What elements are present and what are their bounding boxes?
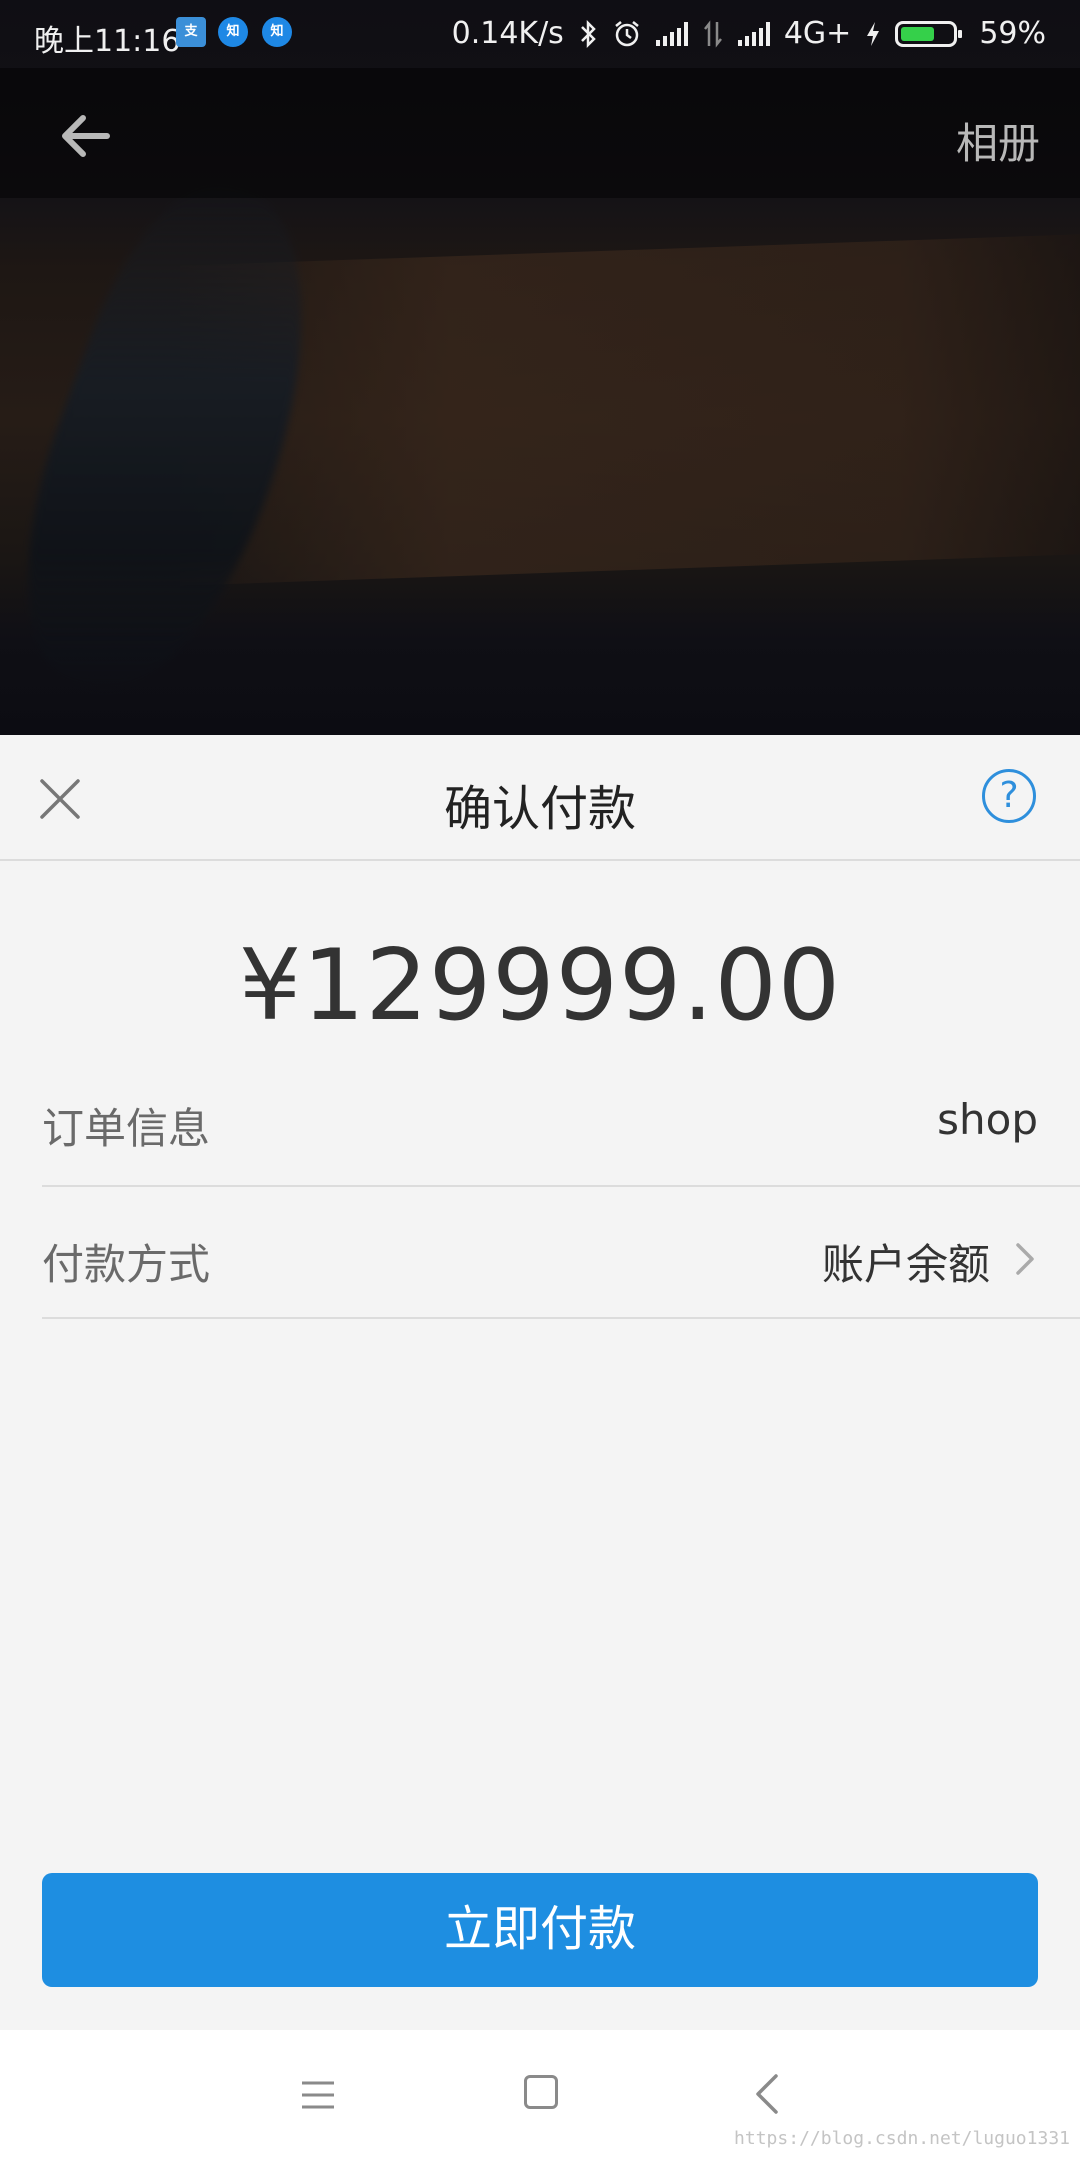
order-info-label: 订单信息 xyxy=(42,1104,211,1153)
payment-method-row[interactable]: 付款方式 账户余额 xyxy=(42,1187,1080,1319)
battery-icon xyxy=(895,20,963,47)
sheet-title: 确认付款 xyxy=(443,781,636,837)
signal-strength-icon xyxy=(737,21,770,46)
bluetooth-icon xyxy=(580,19,596,48)
payment-method-label: 付款方式 xyxy=(42,1240,211,1289)
screen: 晚上11:16 支 知 知 0.14K/s 4G+ 59% 相册 确认付款 ? … xyxy=(0,0,1080,2160)
menu-icon[interactable] xyxy=(300,2077,336,2113)
payment-method-value: 账户余额 xyxy=(821,1240,990,1289)
status-bar: 晚上11:16 支 知 知 0.14K/s 4G+ 59% xyxy=(0,0,1080,68)
payment-amount: ¥129999.00 xyxy=(238,929,842,1043)
sheet-header: 确认付款 ? xyxy=(0,735,1080,861)
chevron-right-icon xyxy=(1016,1243,1034,1275)
navigation-bar: https://blog.csdn.net/luguo1331 xyxy=(0,2030,1080,2160)
album-button[interactable]: 相册 xyxy=(956,110,1040,171)
alarm-icon xyxy=(615,20,639,46)
zhihu-icon: 知 xyxy=(218,17,248,47)
watermark-text: https://blog.csdn.net/luguo1331 xyxy=(734,2128,1070,2149)
network-speed: 0.14K/s xyxy=(451,16,564,51)
charging-icon xyxy=(867,21,880,46)
order-info-row: 订单信息 shop xyxy=(42,1051,1080,1187)
order-info-value: shop xyxy=(937,1095,1038,1144)
battery-percent: 59% xyxy=(979,16,1046,51)
alipay-icon: 支 xyxy=(176,17,206,47)
pay-now-button[interactable]: 立即付款 xyxy=(42,1873,1038,1987)
help-icon[interactable]: ? xyxy=(982,769,1036,823)
signal-strength-icon xyxy=(655,21,688,46)
scanner-header: 相册 xyxy=(0,68,1080,198)
camera-preview-shape xyxy=(180,234,1080,586)
back-arrow-icon[interactable] xyxy=(55,106,115,166)
data-transfer-icon xyxy=(703,19,722,48)
zhihu-icon: 知 xyxy=(262,17,292,47)
network-type: 4G+ xyxy=(783,16,852,51)
status-time: 晚上11:16 xyxy=(34,24,181,59)
home-icon[interactable] xyxy=(524,2075,558,2109)
status-indicators: 0.14K/s 4G+ 59% xyxy=(452,16,1046,51)
payment-confirm-sheet: 确认付款 ? ¥129999.00 订单信息 shop 付款方式 账户余额 立即… xyxy=(0,735,1080,2030)
back-icon[interactable] xyxy=(752,2072,782,2116)
